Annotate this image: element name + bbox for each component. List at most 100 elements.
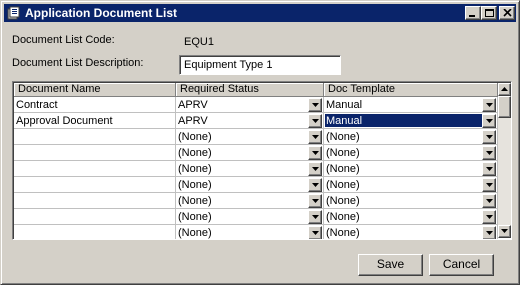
document-name-cell[interactable] bbox=[14, 209, 176, 225]
doc-template-dropdown[interactable]: (None) bbox=[324, 145, 498, 161]
scroll-thumb[interactable] bbox=[498, 96, 511, 118]
document-name-cell[interactable]: Approval Document bbox=[14, 113, 176, 129]
doc-template-value: (None) bbox=[326, 211, 360, 223]
required-status-dropdown-button[interactable] bbox=[308, 210, 322, 224]
window-title: Application Document List bbox=[25, 6, 178, 20]
minimize-icon bbox=[469, 15, 475, 17]
required-status-value: (None) bbox=[178, 195, 212, 207]
doc-template-dropdown[interactable]: (None) bbox=[324, 129, 498, 145]
chevron-down-icon bbox=[486, 135, 493, 139]
document-name-cell[interactable]: Contract bbox=[14, 97, 176, 113]
doc-template-dropdown[interactable]: (None) bbox=[324, 209, 498, 225]
chevron-down-icon bbox=[312, 135, 319, 139]
required-status-dropdown[interactable]: (None) bbox=[176, 161, 324, 177]
document-name-cell[interactable] bbox=[14, 129, 176, 145]
minimize-button[interactable] bbox=[465, 6, 481, 20]
application-document-list-window: Application Document List Document List … bbox=[0, 0, 520, 285]
chevron-down-icon bbox=[486, 215, 493, 219]
required-status-dropdown-button[interactable] bbox=[308, 114, 322, 128]
doc-template-dropdown-button[interactable] bbox=[482, 194, 496, 208]
chevron-down-icon bbox=[486, 103, 493, 107]
required-status-dropdown[interactable]: (None) bbox=[176, 225, 324, 239]
required-status-value: APRV bbox=[178, 115, 208, 127]
column-header-required-status[interactable]: Required Status bbox=[176, 83, 324, 97]
required-status-dropdown[interactable]: (None) bbox=[176, 193, 324, 209]
doc-template-value: Manual bbox=[326, 99, 363, 111]
table-row[interactable]: Contract APRV Manual bbox=[14, 97, 498, 113]
doc-template-dropdown-button[interactable] bbox=[482, 98, 496, 112]
doc-template-dropdown[interactable]: Manual bbox=[324, 113, 498, 129]
required-status-dropdown[interactable]: (None) bbox=[176, 129, 324, 145]
required-status-dropdown[interactable]: (None) bbox=[176, 177, 324, 193]
doc-template-value: (None) bbox=[326, 147, 360, 159]
required-status-dropdown-button[interactable] bbox=[308, 226, 322, 239]
doc-template-value: (None) bbox=[326, 163, 360, 175]
document-grid: Document Name Required Status Doc Templa… bbox=[12, 81, 512, 240]
column-header-doc-template[interactable]: Doc Template bbox=[324, 83, 498, 97]
close-button[interactable] bbox=[499, 6, 515, 20]
column-header-document-name[interactable]: Document Name bbox=[14, 83, 176, 97]
doc-template-dropdown[interactable]: Manual bbox=[324, 97, 498, 113]
chevron-down-icon bbox=[486, 199, 493, 203]
document-name-cell[interactable] bbox=[14, 193, 176, 209]
scroll-down-button[interactable] bbox=[498, 225, 511, 238]
document-list-icon bbox=[7, 6, 20, 20]
doc-template-dropdown-button[interactable] bbox=[482, 114, 496, 128]
required-status-dropdown-button[interactable] bbox=[308, 178, 322, 192]
cancel-button[interactable]: Cancel bbox=[429, 254, 494, 276]
doc-template-dropdown-button[interactable] bbox=[482, 130, 496, 144]
table-row[interactable]: (None) (None) bbox=[14, 177, 498, 193]
chevron-down-icon bbox=[312, 103, 319, 107]
table-row[interactable]: (None) (None) bbox=[14, 145, 498, 161]
doc-template-dropdown[interactable]: (None) bbox=[324, 177, 498, 193]
document-list-description-input[interactable]: Equipment Type 1 bbox=[179, 55, 341, 75]
required-status-dropdown-button[interactable] bbox=[308, 146, 322, 160]
title-bar[interactable]: Application Document List bbox=[4, 4, 516, 22]
table-row[interactable]: (None) (None) bbox=[14, 193, 498, 209]
required-status-dropdown-button[interactable] bbox=[308, 98, 322, 112]
table-row[interactable]: (None) (None) bbox=[14, 161, 498, 177]
doc-template-dropdown[interactable]: (None) bbox=[324, 161, 498, 177]
doc-template-value: (None) bbox=[326, 131, 360, 143]
required-status-value: (None) bbox=[178, 211, 212, 223]
maximize-button[interactable] bbox=[481, 6, 497, 20]
required-status-dropdown[interactable]: APRV bbox=[176, 97, 324, 113]
document-name-cell[interactable] bbox=[14, 145, 176, 161]
chevron-down-icon bbox=[486, 183, 493, 187]
doc-template-dropdown-button[interactable] bbox=[482, 178, 496, 192]
required-status-dropdown-button[interactable] bbox=[308, 162, 322, 176]
table-row[interactable]: Approval Document APRV Manual bbox=[14, 113, 498, 129]
scroll-up-button[interactable] bbox=[498, 83, 511, 96]
maximize-icon bbox=[485, 9, 494, 17]
required-status-dropdown[interactable]: (None) bbox=[176, 145, 324, 161]
required-status-dropdown[interactable]: APRV bbox=[176, 113, 324, 129]
required-status-value: (None) bbox=[178, 131, 212, 143]
required-status-dropdown-button[interactable] bbox=[308, 194, 322, 208]
vertical-scrollbar[interactable] bbox=[498, 83, 511, 238]
table-row[interactable]: (None) (None) bbox=[14, 129, 498, 145]
document-name-cell[interactable] bbox=[14, 225, 176, 239]
required-status-dropdown-button[interactable] bbox=[308, 130, 322, 144]
document-name-cell[interactable] bbox=[14, 161, 176, 177]
doc-template-dropdown-button[interactable] bbox=[482, 210, 496, 224]
required-status-value: (None) bbox=[178, 147, 212, 159]
chevron-down-icon bbox=[312, 119, 319, 123]
doc-template-dropdown-button[interactable] bbox=[482, 146, 496, 160]
chevron-down-icon bbox=[486, 167, 493, 171]
table-row[interactable]: (None) (None) bbox=[14, 225, 498, 239]
table-row[interactable]: (None) (None) bbox=[14, 209, 498, 225]
document-name-cell[interactable] bbox=[14, 177, 176, 193]
chevron-down-icon bbox=[312, 231, 319, 235]
doc-template-value: (None) bbox=[326, 227, 360, 239]
doc-template-value: (None) bbox=[326, 195, 360, 207]
doc-template-dropdown-button[interactable] bbox=[482, 162, 496, 176]
save-button[interactable]: Save bbox=[358, 254, 423, 276]
chevron-down-icon bbox=[312, 167, 319, 171]
doc-template-dropdown[interactable]: (None) bbox=[324, 193, 498, 209]
chevron-down-icon bbox=[312, 199, 319, 203]
doc-template-dropdown-button[interactable] bbox=[482, 226, 496, 239]
required-status-value: APRV bbox=[178, 99, 208, 111]
chevron-down-icon bbox=[486, 231, 493, 235]
doc-template-dropdown[interactable]: (None) bbox=[324, 225, 498, 239]
required-status-dropdown[interactable]: (None) bbox=[176, 209, 324, 225]
